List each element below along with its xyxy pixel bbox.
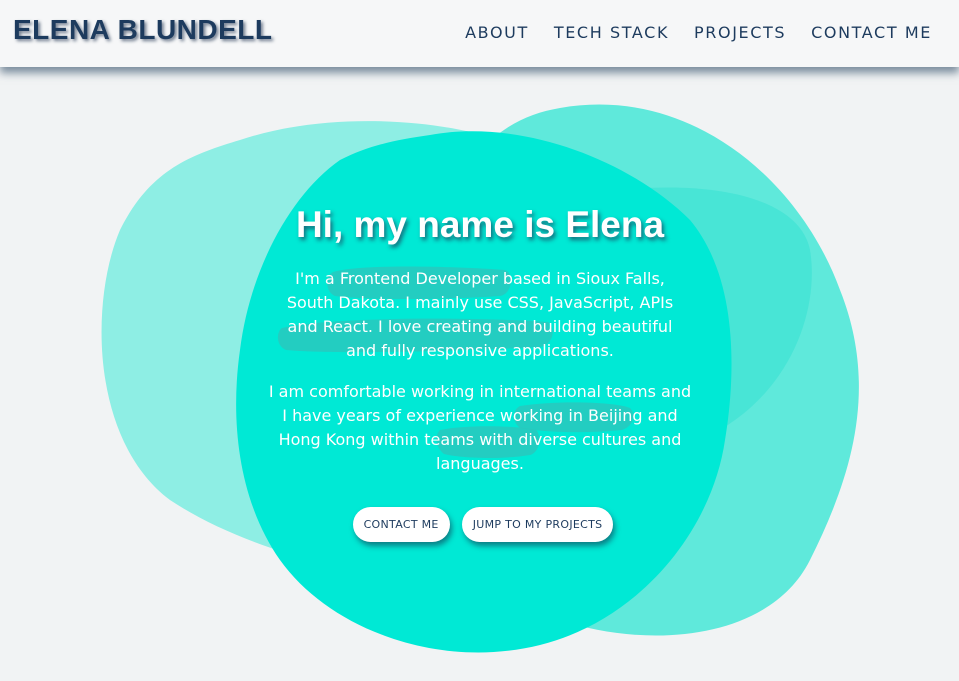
nav-link-contact-me[interactable]: CONTACT ME: [811, 23, 932, 42]
jump-to-projects-button[interactable]: JUMP TO MY PROJECTS: [461, 507, 614, 542]
highlight-frontend-developer: Frontend Developer: [339, 269, 498, 288]
experience-text-1: I am comfortable working in: [268, 382, 500, 401]
experience-paragraph: I am comfortable working in internationa…: [265, 380, 695, 476]
nav-link-projects[interactable]: PROJECTS: [694, 23, 786, 42]
site-logo[interactable]: ELENA BLUNDELL: [13, 14, 273, 46]
nav-link-about[interactable]: ABOUT: [465, 23, 529, 42]
main-nav: ABOUT TECH STACK PROJECTS CONTACT ME: [465, 23, 932, 42]
hero-buttons: CONTACT ME JUMP TO MY PROJECTS: [255, 507, 705, 542]
highlight-international: international: [499, 382, 601, 401]
intro-text-3: . I love creating and building beautiful…: [346, 317, 673, 360]
nav-link-tech-stack[interactable]: TECH STACK: [554, 23, 669, 42]
highlight-experience: experience: [406, 406, 495, 425]
hero-heading: Hi, my name is Elena: [295, 204, 665, 245]
contact-me-button[interactable]: CONTACT ME: [352, 507, 450, 542]
hero-section: Hi, my name is Elena I'm a Frontend Deve…: [255, 200, 705, 542]
intro-paragraph: I'm a Frontend Developer based in Sioux …: [282, 267, 678, 363]
intro-text-1: I'm a: [295, 269, 340, 288]
site-header: ELENA BLUNDELL ABOUT TECH STACK PROJECTS…: [0, 0, 959, 67]
